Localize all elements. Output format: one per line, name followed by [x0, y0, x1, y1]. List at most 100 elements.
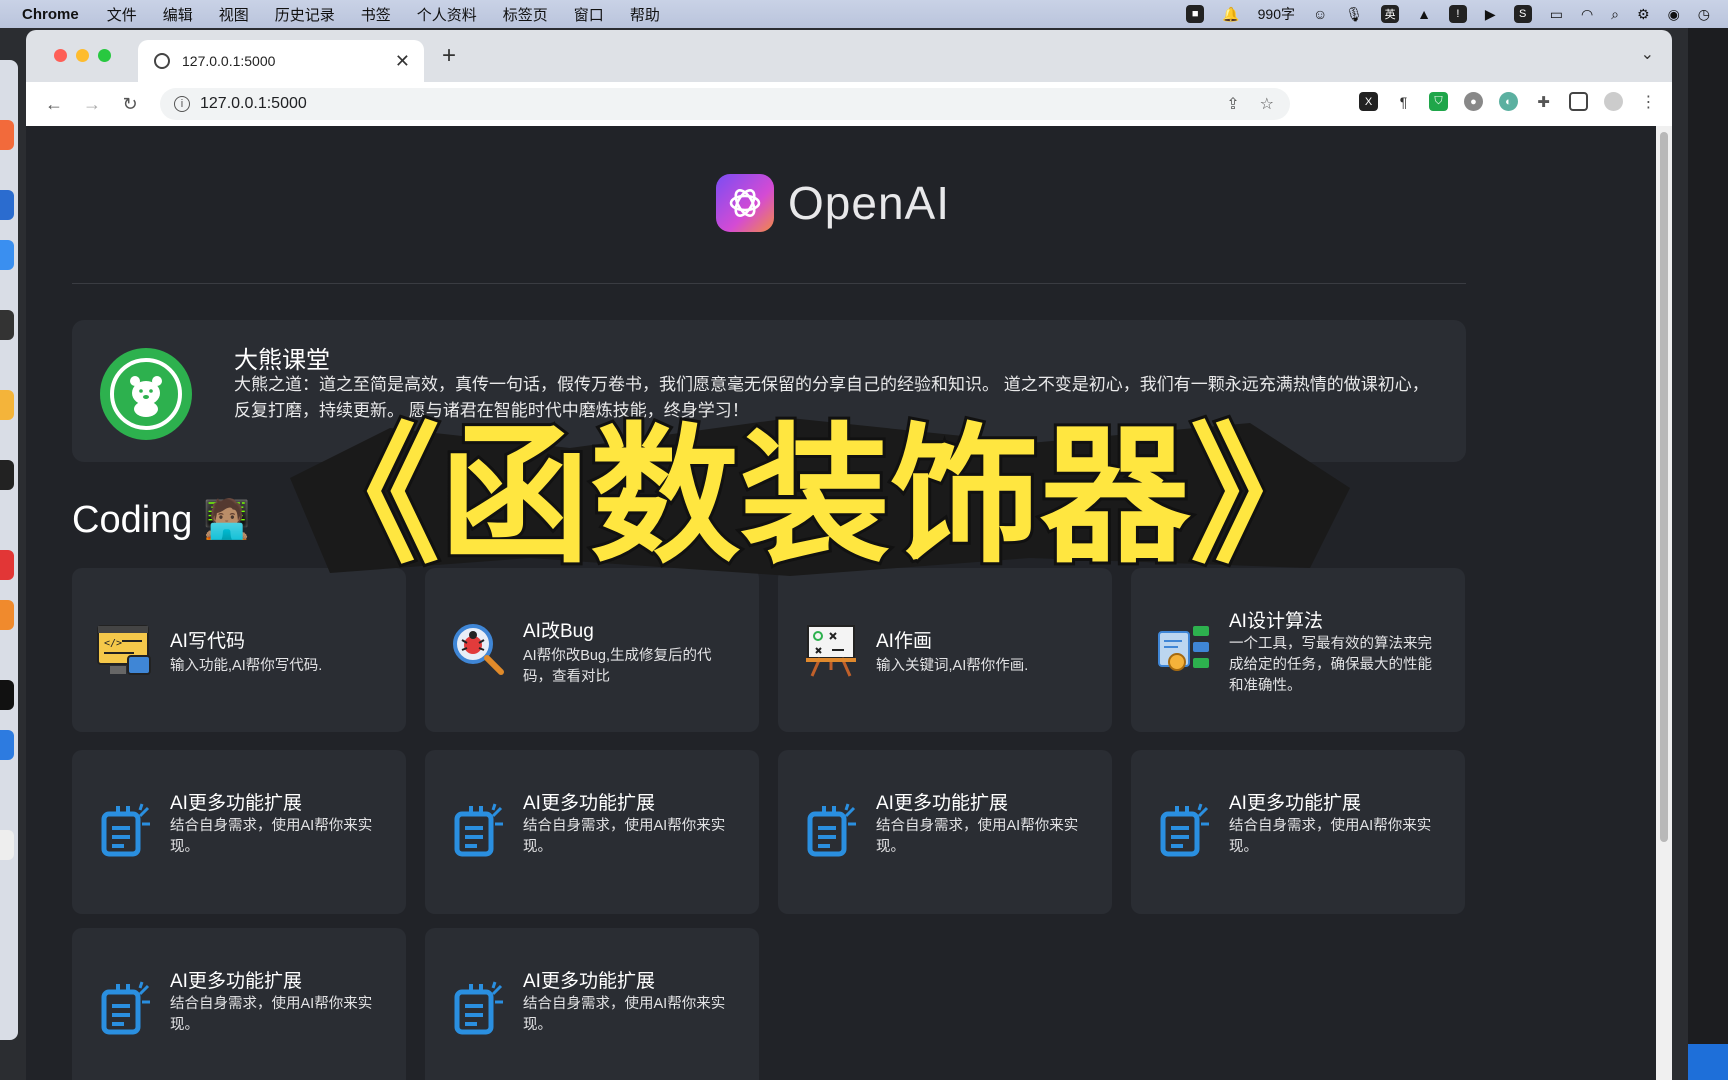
feature-card-more[interactable]: AI更多功能扩展 结合自身需求，使用AI帮你来实现。 [778, 750, 1112, 914]
bookmark-star-icon[interactable]: ☆ [1260, 94, 1274, 114]
share-icon[interactable]: ⇪ [1226, 94, 1239, 114]
card-title: AI更多功能扩展 [876, 793, 1008, 814]
feature-card-write-code[interactable]: </> AI写代码 输入功能,AI帮你写代码. [72, 568, 406, 732]
zoom-window-button[interactable] [98, 49, 111, 62]
card-title: AI更多功能扩展 [1229, 793, 1361, 814]
back-icon[interactable]: ← [44, 94, 64, 115]
extension-tomato-icon[interactable]: ● [1464, 92, 1483, 111]
card-title: AI写代码 [170, 631, 245, 652]
spotlight-search-icon[interactable]: ⌕ [1611, 6, 1619, 23]
wifi-icon[interactable]: ◠ [1581, 6, 1593, 23]
card-title: AI更多功能扩展 [170, 971, 302, 992]
window-controls [54, 49, 111, 62]
play-icon[interactable]: ▶ [1485, 6, 1496, 23]
bear-avatar-icon [100, 348, 192, 440]
svg-text:</>: </> [104, 638, 122, 649]
notepad-icon [454, 803, 503, 857]
extension-paragraph-icon[interactable]: ¶ [1394, 92, 1413, 111]
feature-card-more[interactable]: AI更多功能扩展 结合自身需求，使用AI帮你来实现。 [1131, 750, 1465, 914]
dock-app-icon[interactable] [0, 730, 14, 760]
card-description: 结合自身需求，使用AI帮你来实现。 [876, 818, 1079, 855]
menu-app-name[interactable]: Chrome [22, 6, 79, 23]
algorithm-icon [1158, 626, 1209, 671]
feature-card-more[interactable]: AI更多功能扩展 结合自身需求，使用AI帮你来实现。 [425, 750, 759, 914]
clock-icon[interactable]: ◷ [1698, 6, 1710, 23]
dock-app-icon[interactable] [0, 550, 14, 580]
dock-app-icon[interactable] [0, 190, 14, 220]
url-text[interactable]: 127.0.0.1:5000 [200, 95, 307, 113]
profile-avatar-icon[interactable] [1604, 92, 1623, 111]
menu-item-file[interactable]: 文件 [107, 4, 137, 25]
section-title: Coding 🧑🏽‍💻 [72, 499, 251, 541]
feature-card-fix-bug[interactable]: AI改Bug AI帮你改Bug,生成修复后的代码，查看对比 [425, 568, 759, 732]
dock-app-icon[interactable] [0, 310, 14, 340]
kebab-menu-icon[interactable]: ⋮ [1639, 92, 1658, 111]
dock-app-icon[interactable] [0, 390, 14, 420]
extension-x-icon[interactable]: X [1359, 92, 1378, 111]
extensions-puzzle-icon[interactable]: ✚ [1534, 92, 1553, 111]
site-info-icon[interactable]: i [174, 96, 190, 112]
new-tab-button[interactable]: + [442, 42, 456, 70]
dock-app-icon[interactable] [0, 680, 14, 710]
card-title: AI更多功能扩展 [170, 793, 302, 814]
feature-card-more[interactable]: AI更多功能扩展 结合自身需求，使用AI帮你来实现。 [72, 750, 406, 914]
overlay-title: 《函数装饰器》 [290, 410, 1340, 578]
menu-item-profile[interactable]: 个人资料 [417, 4, 477, 25]
menu-item-history[interactable]: 历史记录 [275, 4, 335, 25]
overlay-title-banner: 《函数装饰器》 [287, 408, 1350, 578]
dock-app-icon[interactable] [0, 120, 14, 150]
card-description: 一个工具，写最有效的算法来完成给定的任务，确保最大的性能和准确性。 [1229, 636, 1432, 694]
status-icons: ■ 🔔 990字 ☺ 🎙 英 ▲ ! ▶ S ▭ ◠ ⌕ ⚙ ◉ ◷ [1186, 0, 1710, 28]
forward-icon[interactable]: → [82, 94, 102, 115]
alert-icon[interactable]: ! [1448, 5, 1467, 23]
menu-item-view[interactable]: 视图 [219, 4, 249, 25]
side-panel-icon[interactable] [1569, 92, 1588, 111]
bug-search-icon [453, 624, 504, 675]
menu-item-tabs[interactable]: 标签页 [503, 4, 548, 25]
feature-card-more[interactable]: AI更多功能扩展 结合自身需求，使用AI帮你来实现。 [72, 928, 406, 1080]
microphone-icon[interactable]: 🎙 [1345, 6, 1363, 23]
card-description: 结合自身需求，使用AI帮你来实现。 [1229, 818, 1432, 855]
tab-title: 127.0.0.1:5000 [182, 53, 276, 69]
qq-icon[interactable]: 🔔 [1222, 6, 1239, 23]
notification-icon[interactable]: ▲ [1417, 6, 1431, 22]
notepad-icon [454, 981, 503, 1035]
reload-icon[interactable]: ↻ [120, 94, 140, 115]
tab-search-chevron-icon[interactable]: ⌄ [1641, 44, 1654, 64]
menu-item-edit[interactable]: 编辑 [163, 4, 193, 25]
battery-icon[interactable]: ▭ [1550, 6, 1563, 23]
extensions-area: X ¶ ⛉ ● ◐ ✚ ⋮ [1359, 92, 1658, 111]
dock-app-icon[interactable] [0, 830, 14, 860]
dock-app-icon[interactable] [0, 240, 14, 270]
feature-card-algorithm[interactable]: AI设计算法 一个工具，写最有效的算法来完成给定的任务，确保最大的性能和准确性。 [1131, 568, 1465, 732]
card-title: AI改Bug [523, 621, 594, 642]
notepad-icon [807, 803, 856, 857]
extension-shield-icon[interactable]: ⛉ [1429, 92, 1448, 111]
input-method-icon[interactable]: 英 [1381, 5, 1400, 23]
close-tab-icon[interactable]: ✕ [395, 51, 410, 72]
dock-app-icon[interactable] [0, 600, 14, 630]
card-title: AI设计算法 [1229, 611, 1323, 632]
menu-item-help[interactable]: 帮助 [630, 4, 660, 25]
site-logo[interactable]: OpenAI [716, 174, 950, 232]
dock-app-icon[interactable] [0, 460, 14, 490]
tab-active[interactable]: 127.0.0.1:5000 ✕ [138, 40, 424, 82]
extension-swirl-icon[interactable]: ◐ [1499, 92, 1518, 111]
close-window-button[interactable] [54, 49, 67, 62]
menu-item-bookmarks[interactable]: 书签 [361, 4, 391, 25]
card-title: AI更多功能扩展 [523, 793, 655, 814]
feature-card-draw[interactable]: AI作画 输入关键词,AI帮你作画. [778, 568, 1112, 732]
card-title: AI作画 [876, 631, 932, 652]
scrollbar-thumb[interactable] [1660, 132, 1668, 842]
control-center-icon[interactable]: ⚙ [1637, 6, 1650, 23]
intro-title: 大熊课堂 [234, 347, 330, 374]
emoji-icon[interactable]: ☺ [1313, 6, 1327, 22]
stop-icon[interactable]: ■ [1186, 5, 1205, 23]
address-bar[interactable]: i 127.0.0.1:5000 ⇪ ☆ [160, 88, 1290, 120]
feature-card-more[interactable]: AI更多功能扩展 结合自身需求，使用AI帮你来实现。 [425, 928, 759, 1080]
minimize-window-button[interactable] [76, 49, 89, 62]
siri-icon[interactable]: ◉ [1668, 6, 1680, 23]
menu-item-window[interactable]: 窗口 [574, 4, 604, 25]
page-scrollbar[interactable] [1656, 126, 1672, 1080]
s-app-icon[interactable]: S [1513, 5, 1532, 23]
